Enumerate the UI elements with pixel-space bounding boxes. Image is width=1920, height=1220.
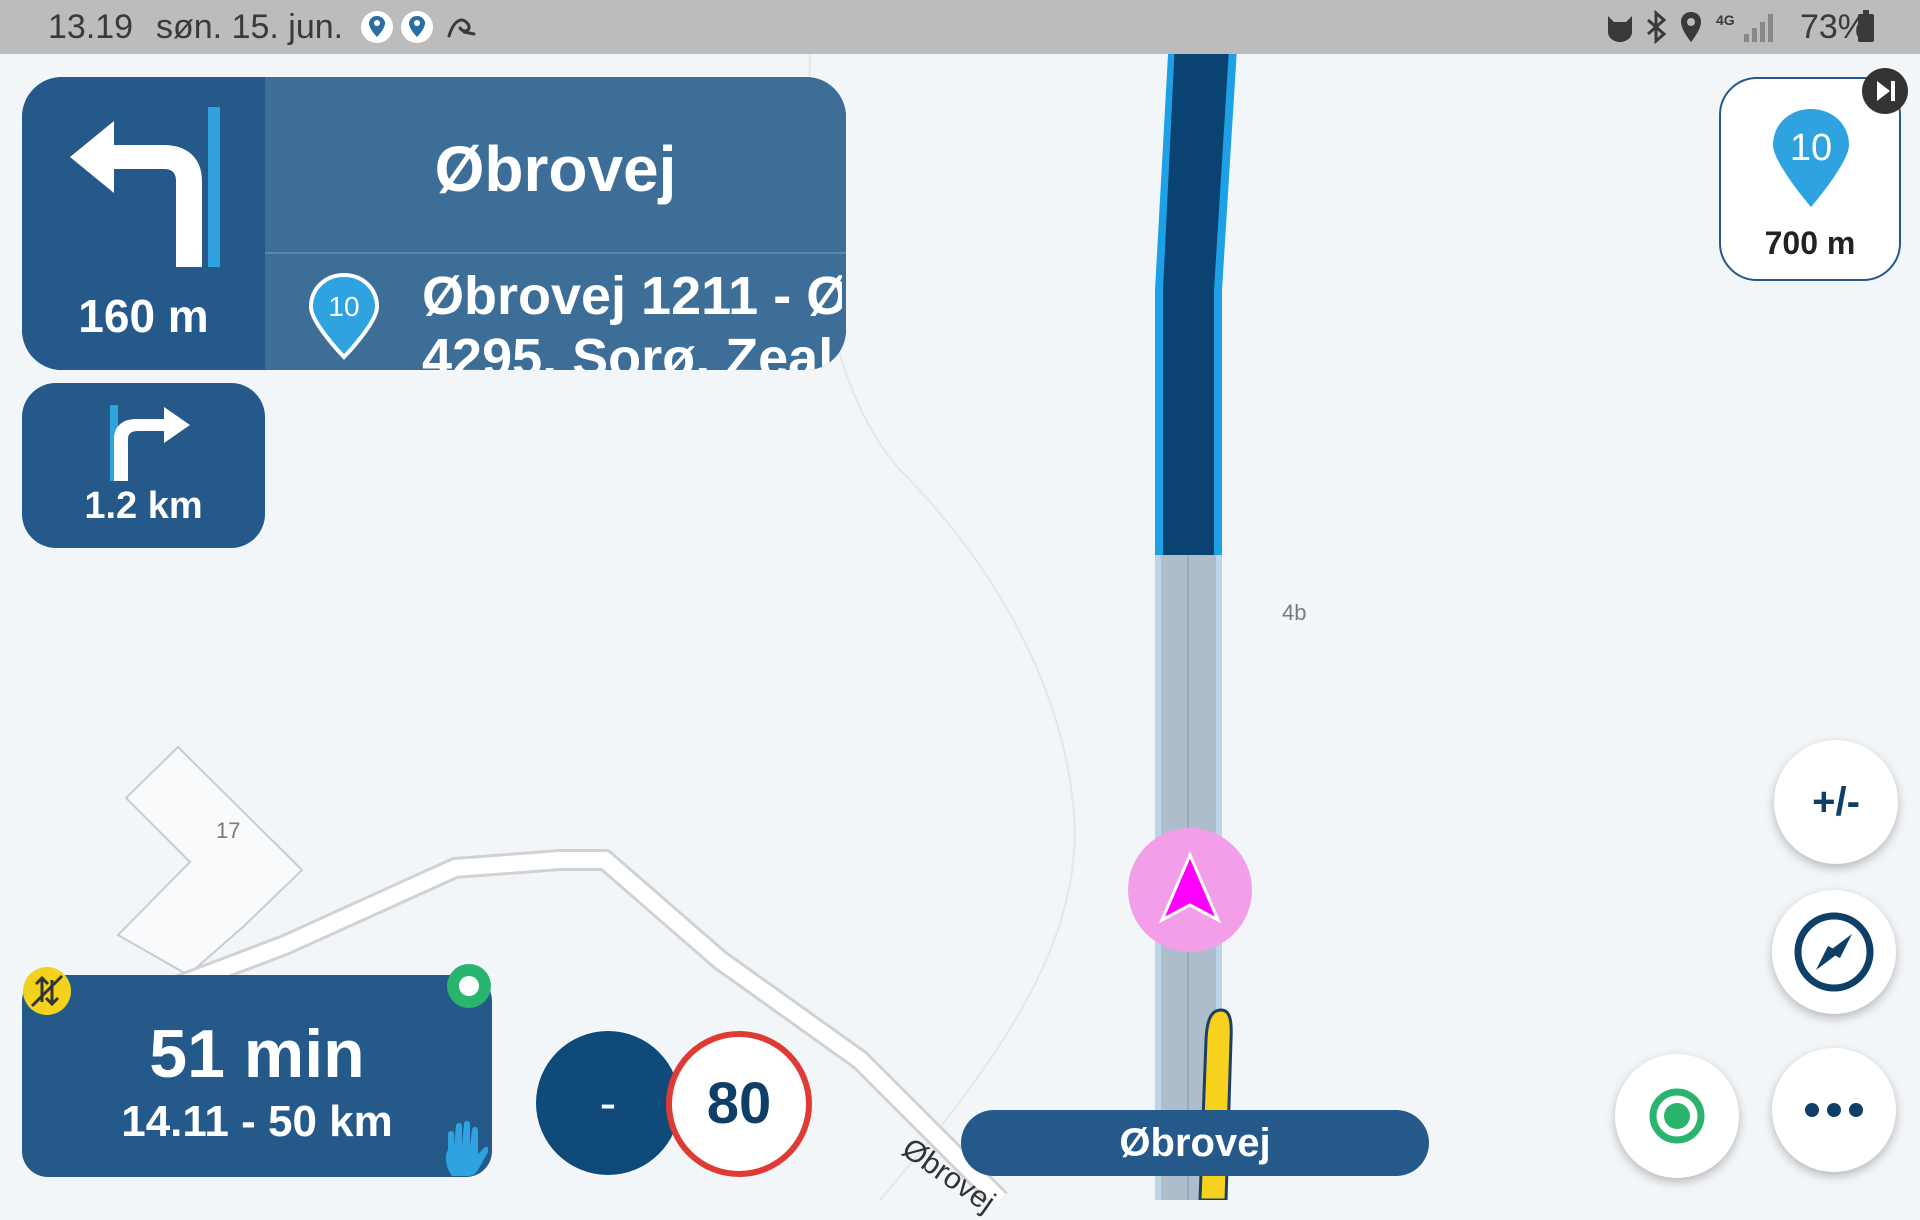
skip-waypoint-button[interactable] xyxy=(1862,68,1908,114)
waypoint-distance: 700 m xyxy=(1764,225,1856,261)
more-dots-icon xyxy=(1805,1103,1863,1117)
map-label-17: 17 xyxy=(216,818,241,843)
cat-icon xyxy=(1608,16,1632,42)
location-icon xyxy=(1681,12,1701,42)
no-toll-icon[interactable] xyxy=(22,966,72,1016)
map-label-4b: 4b xyxy=(1282,600,1307,625)
signal-icon xyxy=(1744,14,1773,42)
map-pin-notification-icon xyxy=(361,11,393,43)
current-road-label: Øbrovej xyxy=(961,1110,1429,1176)
bluetooth-icon xyxy=(1647,10,1667,44)
speed-limit-sign: 80 xyxy=(666,1031,812,1177)
eta-card[interactable]: 51 min 14.11 - 50 km xyxy=(22,975,492,1177)
maneuver-info-panel: Øbrovej 10 Øbrovej 1211 - Ø 4295, Sorø, … xyxy=(265,77,846,370)
maneuver-street: Øbrovej xyxy=(434,133,677,205)
battery-icon xyxy=(1858,10,1874,42)
skip-next-icon xyxy=(1877,81,1895,101)
turn-left-icon xyxy=(70,107,220,267)
record-track-button[interactable] xyxy=(1615,1054,1739,1178)
maneuver-icon-panel: 160 m xyxy=(22,77,265,370)
status-bar: 13.19 søn. 15. jun. 4G 73% xyxy=(0,0,1920,54)
record-icon xyxy=(1649,1088,1705,1144)
address-line-1: Øbrovej 1211 - Ø xyxy=(422,266,842,326)
compass-icon xyxy=(1794,912,1874,992)
map-pin-notification-icon-2 xyxy=(401,11,433,43)
map-contour-line xyxy=(808,53,1077,1200)
maneuver-distance: 160 m xyxy=(78,290,209,342)
zoom-button[interactable]: +/- xyxy=(1774,740,1898,864)
turn-right-icon xyxy=(110,405,190,481)
hand-icon xyxy=(445,1121,488,1176)
next-maneuver-card[interactable]: 1.2 km xyxy=(22,383,265,548)
more-menu-button[interactable] xyxy=(1772,1048,1896,1172)
eta-arrival-distance: 14.11 - 50 km xyxy=(121,1097,393,1146)
signature-icon xyxy=(447,18,476,38)
current-speed: - xyxy=(536,1031,680,1175)
compass-button[interactable] xyxy=(1772,890,1896,1014)
network-type: 4G xyxy=(1716,12,1735,28)
destination-status-icon xyxy=(447,964,491,1008)
status-time: 13.19 xyxy=(48,8,134,46)
eta-duration: 51 min xyxy=(149,1016,365,1092)
waypoint-number: 10 xyxy=(1789,127,1833,169)
maneuver-waypoint-number: 10 xyxy=(328,291,360,322)
next-maneuver-distance: 1.2 km xyxy=(84,485,203,527)
destination-address: Øbrovej 1211 - Ø 4295, Sorø, Zeal xyxy=(422,265,842,370)
divider xyxy=(265,252,846,254)
address-line-2: 4295, Sorø, Zeal xyxy=(422,328,834,370)
status-date: søn. 15. jun. xyxy=(156,8,344,46)
maneuver-card[interactable]: 160 m Øbrovej 10 Øbrovej 1211 - Ø 4295, … xyxy=(22,77,846,370)
